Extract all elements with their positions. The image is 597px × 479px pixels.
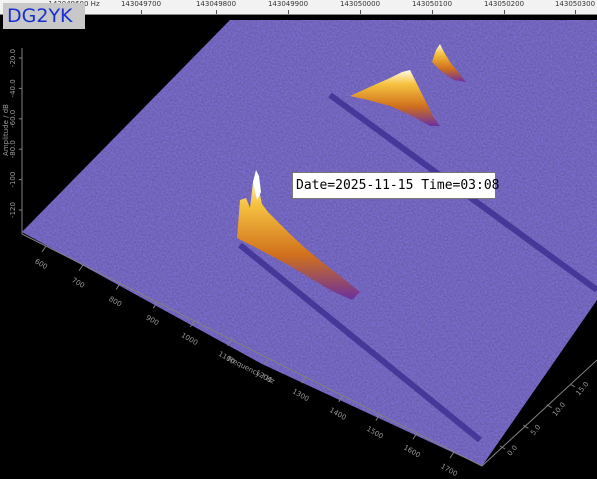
ruler-label: 143050100 xyxy=(411,0,453,8)
frequency-tick-label: 1300 xyxy=(291,387,310,403)
timestamp-text: Date=2025-11-15 Time=03:08 xyxy=(296,178,500,193)
amplitude-axis-title: Amplitude / dB xyxy=(2,104,10,156)
timestamp-box: Date=2025-11-15 Time=03:08 xyxy=(292,172,500,199)
frequency-tick-label: 700 xyxy=(70,276,86,290)
ruler-label: 143049900 xyxy=(267,0,309,8)
waterfall-3d-view: -20.0 -40.0 -60.0 -80.0 -100 -120 Amplitude /… xyxy=(0,0,597,479)
frequency-tick-label: 1600 xyxy=(402,444,421,460)
ruler-tick xyxy=(360,10,361,14)
ruler-tick xyxy=(575,10,576,14)
frequency-tick-label: 1700 xyxy=(439,462,458,478)
rf-frequency-ruler: 143049600 Hz 143049700 143049800 1430499… xyxy=(0,0,597,15)
ruler-label: 143049700 xyxy=(120,0,162,8)
ruler-tick xyxy=(432,10,433,14)
ruler-label: 143050200 xyxy=(483,0,525,8)
ruler-label: 143050300 xyxy=(554,0,596,8)
amplitude-tick-label: -80.0 xyxy=(9,140,17,158)
axis-tick xyxy=(41,245,47,253)
amplitude-tick-label: -20.0 xyxy=(9,49,17,67)
time-tick-label: 0.0 xyxy=(506,444,519,458)
frequency-tick-label: 1400 xyxy=(328,406,347,422)
ruler-tick xyxy=(141,10,142,14)
amplitude-axis: -20.0 -40.0 -60.0 -80.0 -100 -120 Amplitude /… xyxy=(2,48,23,234)
ruler-label: 143050000 xyxy=(339,0,381,8)
time-tick-label: 5.0 xyxy=(529,423,542,437)
ruler-tick xyxy=(288,10,289,14)
frequency-tick-label: 900 xyxy=(144,314,160,328)
frequency-tick-label: 800 xyxy=(107,295,123,309)
frequency-tick-label: 1500 xyxy=(365,425,384,441)
time-tick-label: 10.0 xyxy=(551,401,567,418)
spectrum-3d-plot: -20.0 -40.0 -60.0 -80.0 -100 -120 Amplitude /… xyxy=(2,20,597,478)
amplitude-tick-label: -40.0 xyxy=(9,79,17,97)
amplitude-tick-label: -120 xyxy=(9,202,17,218)
noise-floor-texture xyxy=(22,20,597,466)
callsign-label: DG2YK xyxy=(3,3,85,29)
time-tick-label: 15.0 xyxy=(574,380,590,397)
ruler-label: 143049800 xyxy=(195,0,237,8)
ruler-tick xyxy=(504,10,505,14)
ruler-tick xyxy=(216,10,217,14)
axis-tick xyxy=(569,383,576,388)
axis-tick xyxy=(449,451,455,459)
amplitude-tick-label: -100 xyxy=(9,172,17,188)
frequency-tick-label: 600 xyxy=(33,257,49,271)
amplitude-tick-label: -60.0 xyxy=(9,110,17,128)
frequency-tick-label: 1000 xyxy=(180,331,199,347)
axis-tick xyxy=(78,264,84,272)
